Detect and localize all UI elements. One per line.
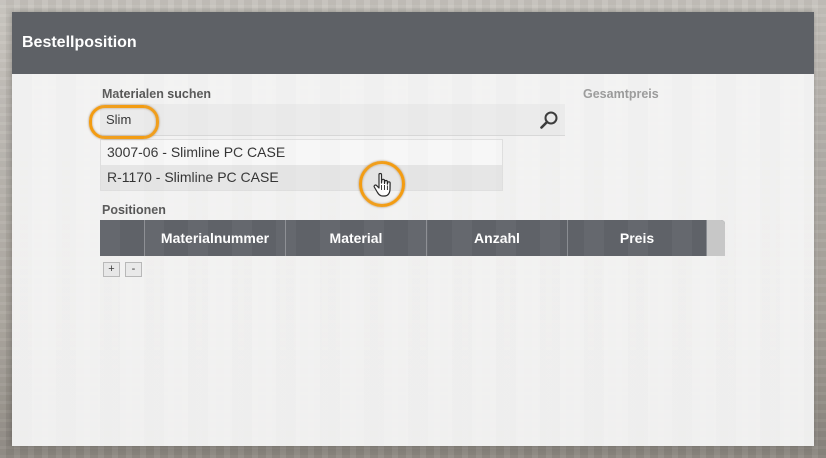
search-label: Materialen suchen — [102, 87, 212, 101]
positions-table-header: Materialnummer Material Anzahl Preis — [100, 220, 725, 256]
material-search-input[interactable] — [100, 104, 520, 135]
dialog-titlebar: Bestellposition — [12, 12, 814, 74]
material-search-box[interactable] — [100, 104, 565, 136]
column-header-material-number[interactable]: Materialnummer — [145, 220, 286, 256]
remove-position-button[interactable]: - — [125, 262, 142, 277]
positions-label: Positionen — [102, 203, 166, 217]
order-position-dialog: Bestellposition Materialen suchen Gesamt… — [12, 12, 814, 446]
search-results-dropdown: 3007-06 - Slimline PC CASE R-1170 - Slim… — [100, 139, 503, 191]
column-header-quantity[interactable]: Anzahl — [427, 220, 568, 256]
dialog-title: Bestellposition — [22, 34, 137, 51]
column-header-material[interactable]: Material — [286, 220, 427, 256]
total-price-label: Gesamtpreis — [583, 87, 659, 101]
hand-pointer-icon — [373, 172, 391, 197]
column-header-select[interactable] — [100, 220, 145, 256]
table-scrollbar[interactable] — [707, 220, 725, 256]
search-result-item[interactable]: 3007-06 - Slimline PC CASE — [101, 140, 502, 165]
search-result-item[interactable]: R-1170 - Slimline PC CASE — [101, 165, 502, 190]
add-position-button[interactable]: + — [103, 262, 120, 277]
search-icon[interactable] — [539, 110, 559, 130]
column-header-price[interactable]: Preis — [568, 220, 707, 256]
